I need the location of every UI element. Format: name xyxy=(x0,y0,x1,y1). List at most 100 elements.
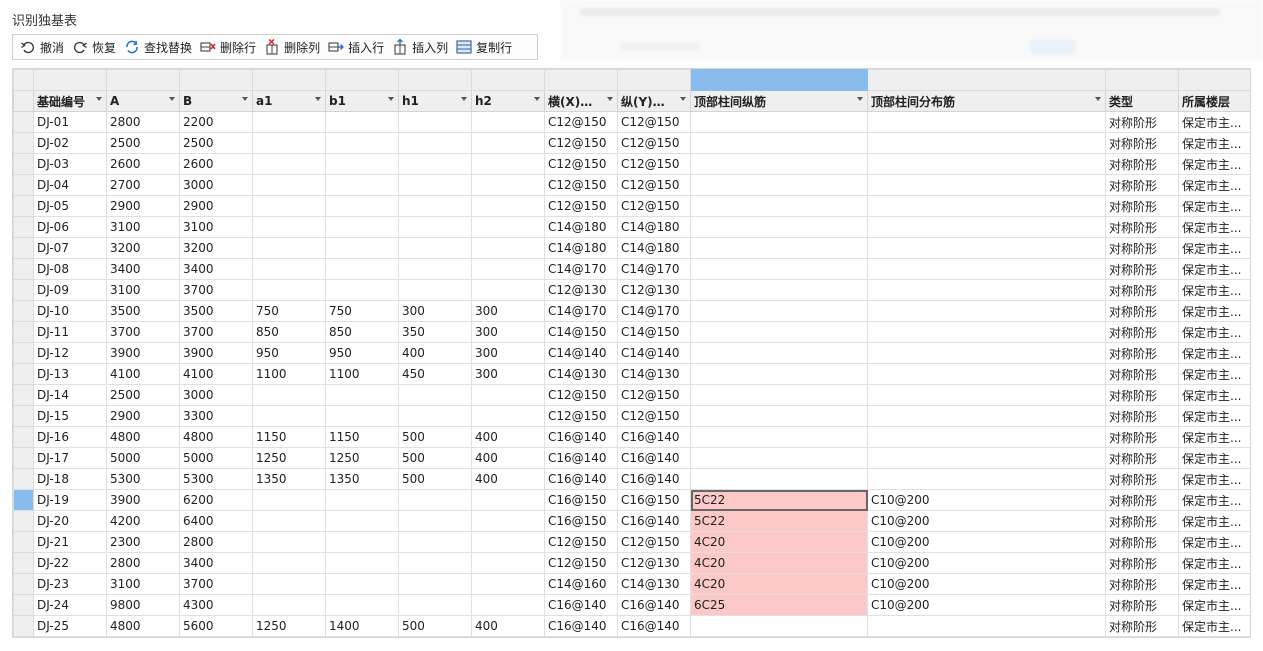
table-cell[interactable]: 1100 xyxy=(252,363,326,385)
table-cell[interactable]: DJ-01 xyxy=(33,111,107,133)
table-cell[interactable] xyxy=(252,573,326,595)
column-selector[interactable] xyxy=(544,69,618,91)
table-cell[interactable]: C10@200 xyxy=(867,510,1106,532)
table-cell[interactable] xyxy=(325,552,399,574)
table-cell[interactable] xyxy=(690,174,868,196)
table-cell[interactable] xyxy=(690,300,868,322)
column-header[interactable]: 类型 xyxy=(1105,90,1179,112)
table-cell[interactable] xyxy=(325,573,399,595)
table-cell[interactable]: 对称阶形 xyxy=(1105,279,1179,301)
row-selector[interactable] xyxy=(13,111,34,133)
table-cell[interactable]: 3400 xyxy=(106,258,180,280)
table-cell[interactable] xyxy=(325,195,399,217)
table-cell[interactable] xyxy=(398,216,472,238)
table-cell[interactable]: C10@200 xyxy=(867,531,1106,553)
table-cell[interactable] xyxy=(867,321,1106,343)
table-cell[interactable]: 保定市主... xyxy=(1178,216,1250,238)
table-cell[interactable] xyxy=(867,132,1106,154)
table-cell[interactable] xyxy=(690,237,868,259)
table-cell[interactable]: DJ-08 xyxy=(33,258,107,280)
row-selector[interactable] xyxy=(13,132,34,154)
table-cell[interactable]: 对称阶形 xyxy=(1105,468,1179,490)
table-cell[interactable]: 保定市主... xyxy=(1178,468,1250,490)
table-cell[interactable] xyxy=(325,531,399,553)
table-cell[interactable]: 400 xyxy=(471,426,545,448)
table-cell[interactable]: C12@150 xyxy=(617,531,691,553)
table-cell[interactable] xyxy=(867,195,1106,217)
table-cell[interactable]: C14@130 xyxy=(544,363,618,385)
table-cell[interactable]: 3500 xyxy=(106,300,180,322)
table-cell[interactable]: 4100 xyxy=(179,363,253,385)
table-cell[interactable]: C16@140 xyxy=(617,615,691,637)
table-cell[interactable]: 4C20 xyxy=(690,552,868,574)
column-header[interactable]: 所属楼层 xyxy=(1178,90,1250,112)
table-cell[interactable] xyxy=(471,384,545,406)
table-cell[interactable]: 对称阶形 xyxy=(1105,237,1179,259)
column-header[interactable]: h2 xyxy=(471,90,545,112)
table-cell[interactable] xyxy=(252,405,326,427)
table-cell[interactable] xyxy=(325,132,399,154)
table-cell[interactable]: 1350 xyxy=(252,468,326,490)
table-cell[interactable] xyxy=(471,258,545,280)
table-cell[interactable]: C14@140 xyxy=(617,342,691,364)
undo-button[interactable]: 撤消 xyxy=(17,36,69,58)
table-cell[interactable] xyxy=(398,153,472,175)
filter-dropdown-icon[interactable] xyxy=(388,97,394,101)
table-cell[interactable]: 300 xyxy=(471,300,545,322)
table-cell[interactable]: C16@140 xyxy=(544,447,618,469)
column-selector[interactable] xyxy=(1105,69,1179,91)
table-cell[interactable]: 5C22 xyxy=(690,510,868,532)
table-cell[interactable]: 6400 xyxy=(179,510,253,532)
table-cell[interactable]: 对称阶形 xyxy=(1105,447,1179,469)
table-cell[interactable]: 保定市主... xyxy=(1178,321,1250,343)
table-cell[interactable]: 3900 xyxy=(106,342,180,364)
column-header[interactable]: a1 xyxy=(252,90,326,112)
table-cell[interactable]: 3400 xyxy=(179,552,253,574)
table-cell[interactable]: 保定市主... xyxy=(1178,237,1250,259)
table-cell[interactable] xyxy=(325,279,399,301)
table-cell[interactable] xyxy=(325,153,399,175)
row-selector[interactable] xyxy=(13,363,34,385)
table-cell[interactable]: 3700 xyxy=(179,321,253,343)
table-cell[interactable]: 5000 xyxy=(106,447,180,469)
table-cell[interactable]: 对称阶形 xyxy=(1105,258,1179,280)
table-cell[interactable] xyxy=(398,594,472,616)
table-cell[interactable]: 3100 xyxy=(106,216,180,238)
table-cell[interactable]: C14@170 xyxy=(617,300,691,322)
column-header[interactable]: 基础编号 xyxy=(33,90,107,112)
table-cell[interactable]: 对称阶形 xyxy=(1105,300,1179,322)
table-cell[interactable]: C12@150 xyxy=(544,111,618,133)
table-cell[interactable]: C12@130 xyxy=(617,279,691,301)
table-cell[interactable]: C12@150 xyxy=(617,405,691,427)
row-selector[interactable] xyxy=(13,594,34,616)
table-cell[interactable]: DJ-06 xyxy=(33,216,107,238)
row-selector[interactable] xyxy=(13,321,34,343)
table-cell[interactable]: C12@150 xyxy=(544,552,618,574)
table-cell[interactable]: 2800 xyxy=(106,111,180,133)
table-cell[interactable]: C14@150 xyxy=(544,321,618,343)
table-cell[interactable] xyxy=(252,216,326,238)
table-cell[interactable]: 3900 xyxy=(179,342,253,364)
table-cell[interactable] xyxy=(471,132,545,154)
table-cell[interactable]: 保定市主... xyxy=(1178,552,1250,574)
table-cell[interactable]: 750 xyxy=(325,300,399,322)
table-cell[interactable]: C12@150 xyxy=(544,384,618,406)
table-cell[interactable] xyxy=(398,132,472,154)
table-cell[interactable]: 4100 xyxy=(106,363,180,385)
table-cell[interactable]: C12@150 xyxy=(617,195,691,217)
row-selector[interactable] xyxy=(13,573,34,595)
table-cell[interactable]: 300 xyxy=(471,342,545,364)
table-cell[interactable]: C12@150 xyxy=(617,153,691,175)
table-cell[interactable]: 对称阶形 xyxy=(1105,531,1179,553)
table-cell[interactable] xyxy=(252,195,326,217)
table-cell[interactable] xyxy=(690,342,868,364)
table-cell[interactable] xyxy=(471,489,545,511)
column-selector[interactable] xyxy=(867,69,1106,91)
table-cell[interactable]: DJ-19 xyxy=(33,489,107,511)
table-cell[interactable]: C14@130 xyxy=(617,573,691,595)
table-cell[interactable]: DJ-20 xyxy=(33,510,107,532)
row-selector[interactable] xyxy=(13,237,34,259)
row-selector[interactable] xyxy=(13,615,34,637)
table-cell[interactable]: 3100 xyxy=(179,216,253,238)
table-cell[interactable] xyxy=(398,489,472,511)
